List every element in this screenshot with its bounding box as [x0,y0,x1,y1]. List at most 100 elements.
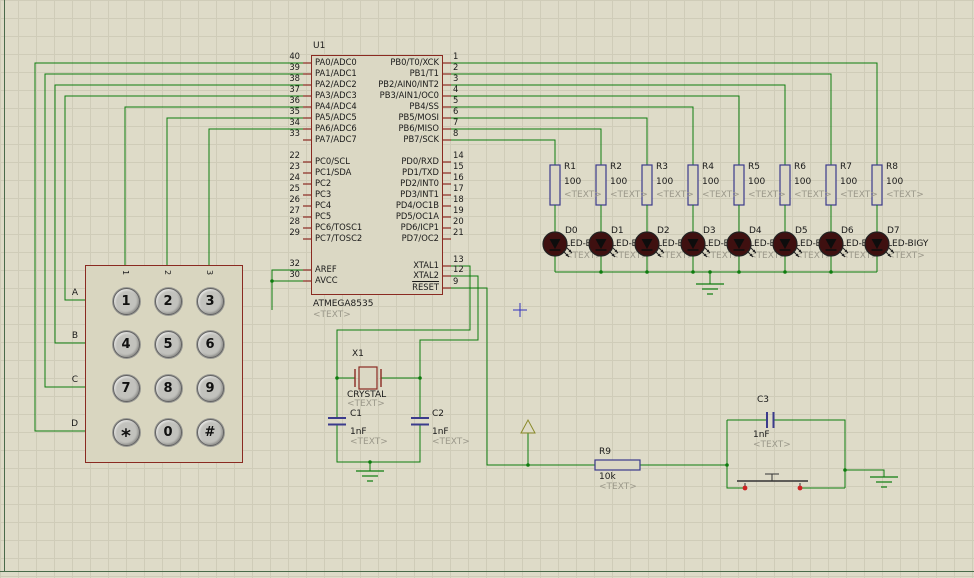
pin-name-label: PA0/ADC0 [315,57,357,67]
chip-ref-label[interactable]: U1 [313,41,325,51]
resistor-r9-ref-label[interactable]: R9 [599,447,611,457]
crystal-ref-label[interactable]: X1 [352,349,364,359]
keypad-col-label: 3 [205,269,215,276]
resistor-ref-label[interactable]: R5 [748,162,760,172]
cap-c2-ref-label[interactable]: C2 [432,409,444,419]
capacitor-c3[interactable] [766,412,775,428]
led-ref-label[interactable]: D5 [795,226,808,236]
pin-number: 2 [453,62,459,72]
resistor-text-placeholder: <TEXT> [564,190,602,200]
cap-c1-ref-label[interactable]: C1 [350,409,362,419]
keypad-row-label: A [71,288,78,298]
pin-name-label: PD2/INT0 [400,178,439,188]
pin-number: 6 [453,106,459,116]
pin-name-label: PA1/ADC1 [315,68,357,78]
keypad-col-label: 2 [163,269,173,276]
keypad-row-label: D [71,419,78,429]
pin-name-label: PA4/ADC4 [315,101,357,111]
resistor-value-label: 100 [610,177,628,187]
pin-name-label: PC5 [315,211,332,221]
pin-name-label: PC0/SCL [315,156,350,166]
schematic-canvas[interactable]: 1 2 3 4 5 6 7 8 9 * 0 #1 2 3 U1 ATMEGA8535 <TEXT> X1 … [0,0,974,578]
resistor-ref-label[interactable]: R4 [702,162,714,172]
resistor-body[interactable] [549,164,561,206]
pin-name-label: PB3/AIN1/OC0 [379,90,439,100]
wire-pb-to-resistor[interactable] [451,62,878,165]
resistor-ref-label[interactable]: R8 [886,162,898,172]
led-ref-label[interactable]: D1 [611,226,624,236]
resistor-text-placeholder: <TEXT> [702,190,740,200]
keypad-key-5[interactable]: 5 [154,330,182,358]
wire-pb-to-resistor[interactable] [451,128,602,165]
led-ref-label[interactable]: D3 [703,226,716,236]
ground-symbol-right [870,476,898,488]
keypad-key-4[interactable]: 4 [112,330,140,358]
pin-name-label: PC1/SDA [315,167,352,177]
resistor-ref-label[interactable]: R6 [794,162,806,172]
led-ref-label[interactable]: D6 [841,226,854,236]
wire-pb-to-resistor[interactable] [451,73,832,165]
resistor-r9-text-placeholder: <TEXT> [599,482,637,492]
keypad-col-label: 1 [121,269,131,276]
pin-number: 1 [453,51,459,61]
pin-number: 3 [453,73,459,83]
pin-name-label: PA3/ADC3 [315,90,357,100]
wire-pb-to-resistor[interactable] [451,117,648,165]
pin-name-label: PC2 [315,178,332,188]
pin-number: 24 [289,172,300,182]
pin-number: 13 [453,254,464,264]
pin-name-label: PA5/ADC5 [315,112,357,122]
crystal-symbol[interactable] [354,366,382,390]
pin-name-label: AREF [315,264,337,274]
pin-number: 39 [289,62,300,72]
pin-number: 15 [453,161,464,171]
cap-c3-ref-label[interactable]: C3 [757,395,769,405]
capacitor-c2[interactable] [411,417,429,426]
resistor-ref-label[interactable]: R7 [840,162,852,172]
cap-c3-text-placeholder: <TEXT> [753,440,791,450]
pin-number: 34 [289,117,300,127]
pin-number: 27 [289,205,300,215]
wire-pb-to-resistor[interactable] [451,84,786,165]
pin-number: 18 [453,194,464,204]
keypad-row-label: B [71,331,78,341]
keypad-key-3[interactable]: 3 [196,287,224,315]
push-button[interactable] [737,473,808,491]
resistor-r9-body[interactable] [594,459,641,471]
keypad-key-2[interactable]: 2 [154,287,182,315]
capacitor-c1[interactable] [328,417,346,426]
keypad-key-#[interactable]: # [196,418,224,446]
pin-number: 25 [289,183,300,193]
led-ref-label[interactable]: D7 [887,226,900,236]
keypad-key-*[interactable]: * [112,418,140,447]
led-ref-label[interactable]: D4 [749,226,762,236]
keypad[interactable]: 1 2 3 4 5 6 7 8 9 * 0 #1 2 3 [85,265,243,463]
keypad-key-9[interactable]: 9 [196,374,224,402]
pin-name-label: PB6/MISO [398,123,439,133]
resistor-text-placeholder: <TEXT> [610,190,648,200]
crystal-text-placeholder: <TEXT> [347,399,385,409]
pin-number: 16 [453,172,464,182]
resistor-value-label: 100 [794,177,812,187]
keypad-key-8[interactable]: 8 [154,374,182,402]
resistor-ref-label[interactable]: R1 [564,162,576,172]
keypad-key-0[interactable]: 0 [154,418,182,446]
wire-pb-to-resistor[interactable] [451,139,556,165]
keypad-key-7[interactable]: 7 [112,374,140,402]
pin-number: 17 [453,183,464,193]
keypad-key-1[interactable]: 1 [112,287,140,315]
resistor-ref-label[interactable]: R3 [656,162,668,172]
wire-pb-to-resistor[interactable] [451,106,694,165]
pin-number: 35 [289,106,300,116]
led-ref-label[interactable]: D0 [565,226,578,236]
pin-number: 28 [289,216,300,226]
resistor-text-placeholder: <TEXT> [840,190,878,200]
keypad-key-6[interactable]: 6 [196,330,224,358]
pin-number: 7 [453,117,459,127]
pin-number: 36 [289,95,300,105]
junction-dot [691,270,695,274]
resistor-value-label: 100 [840,177,858,187]
resistor-ref-label[interactable]: R2 [610,162,622,172]
led-ref-label[interactable]: D2 [657,226,670,236]
wire-pb-to-resistor[interactable] [451,95,740,165]
